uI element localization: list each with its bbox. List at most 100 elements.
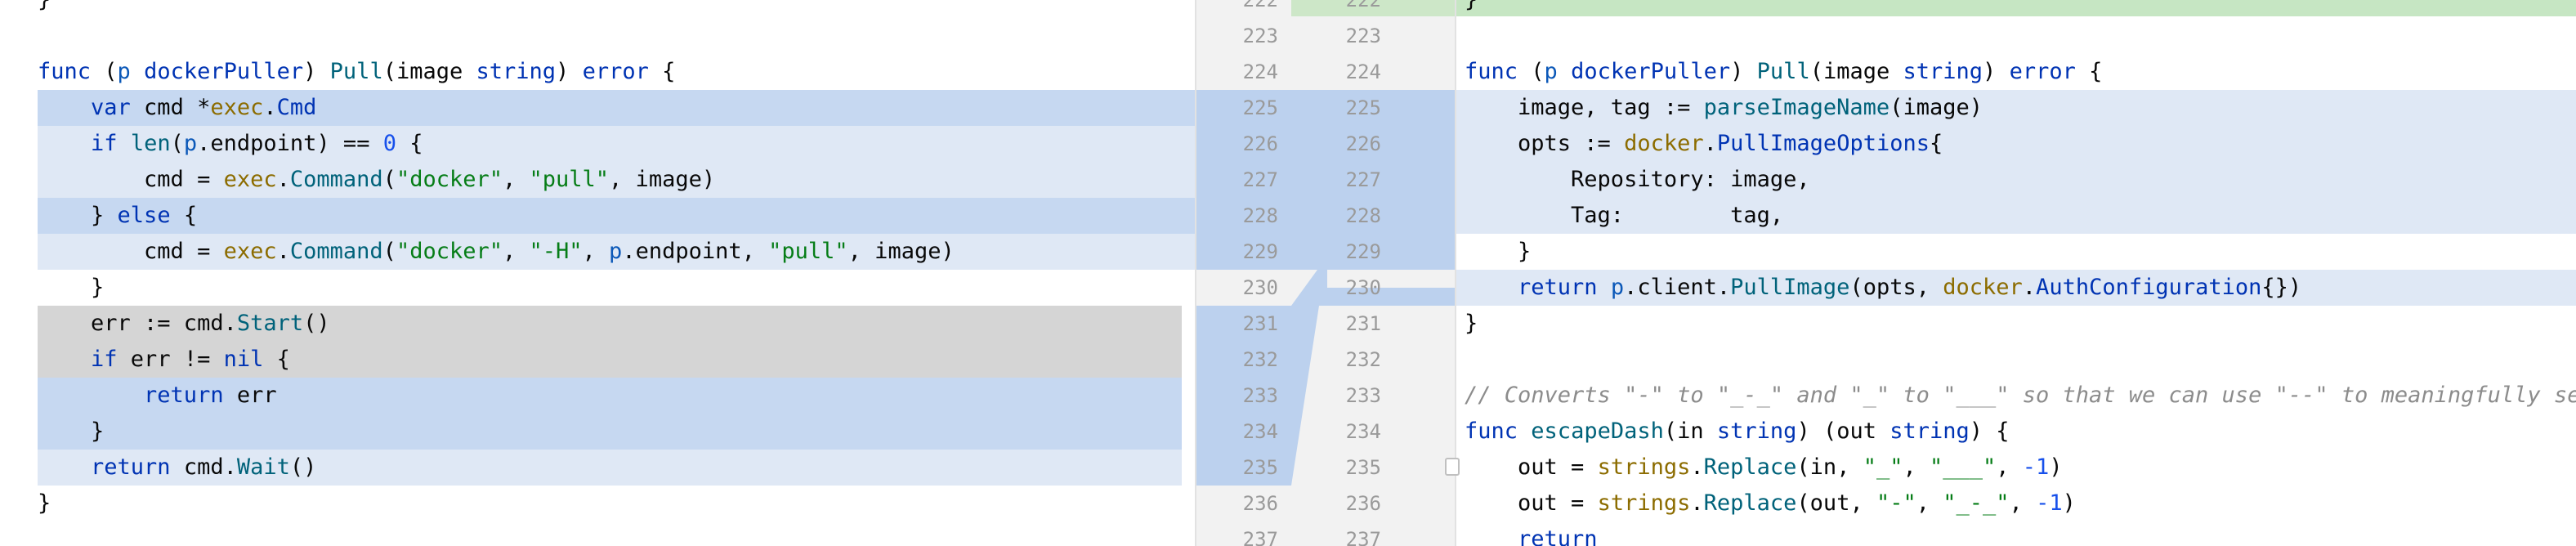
code-token: . bbox=[1690, 454, 1704, 480]
code-token: . bbox=[2022, 275, 2037, 300]
code-token: , bbox=[2009, 490, 2037, 516]
code-token: . bbox=[276, 239, 290, 264]
code-token: (out, bbox=[1796, 490, 1876, 516]
code-line[interactable]: Tag: tag, bbox=[1456, 198, 1783, 234]
left-line-number: 230 bbox=[1242, 276, 1278, 299]
code-token: var bbox=[38, 95, 131, 120]
right-line-number: 230 bbox=[1345, 276, 1381, 299]
code-token: , bbox=[1996, 454, 2023, 480]
code-line[interactable]: } bbox=[1456, 234, 1531, 270]
code-token: if bbox=[38, 131, 118, 156]
code-token: strings bbox=[1597, 454, 1691, 480]
code-line[interactable] bbox=[1456, 342, 1465, 378]
code-token: ) bbox=[2049, 454, 2063, 480]
left-line-number: 224 bbox=[1242, 60, 1278, 83]
right-line-number: 234 bbox=[1345, 420, 1381, 443]
code-token: "___" bbox=[1930, 454, 1997, 480]
right-line-number: 237 bbox=[1345, 528, 1381, 546]
code-line[interactable]: out = strings.Replace(in, "_", "___", -1… bbox=[1456, 450, 2063, 486]
code-token: ( bbox=[382, 167, 396, 192]
code-line[interactable]: func (p dockerPuller) Pull(image string)… bbox=[1456, 54, 2102, 90]
code-token: err != bbox=[117, 347, 224, 372]
code-token: { bbox=[1929, 131, 1943, 156]
code-token: nil bbox=[223, 347, 264, 372]
code-token: . bbox=[1703, 131, 1717, 156]
code-token: .client. bbox=[1624, 275, 1731, 300]
code-line[interactable] bbox=[1456, 18, 1465, 54]
code-line[interactable] bbox=[0, 18, 38, 54]
code-token: cmd * bbox=[130, 95, 211, 120]
code-token: p bbox=[183, 131, 198, 156]
left-line-number: 222 bbox=[1242, 0, 1278, 11]
code-token: "_" bbox=[1863, 454, 1903, 480]
left-line-number: 227 bbox=[1242, 168, 1278, 191]
code-line[interactable]: out = strings.Replace(out, "-", "_-_", -… bbox=[1456, 486, 2076, 521]
code-token: Pull bbox=[329, 59, 383, 84]
code-line[interactable]: } bbox=[0, 270, 104, 306]
changed-line-band bbox=[38, 198, 1195, 234]
right-line-number: 231 bbox=[1345, 312, 1381, 335]
code-token: string bbox=[1903, 59, 1983, 84]
code-token: (image bbox=[382, 59, 476, 84]
code-token: string bbox=[1890, 418, 1970, 444]
left-line-number: 228 bbox=[1242, 204, 1278, 227]
code-line[interactable]: if len(p.endpoint) == 0 { bbox=[0, 126, 423, 162]
code-line[interactable]: cmd = exec.Command("docker", "-H", p.end… bbox=[0, 234, 955, 270]
code-token: err := cmd. bbox=[38, 311, 237, 336]
diff-gutter: 222 223 224 225 226 227 228 229 230 231 232 233 234 2… bbox=[1195, 0, 1456, 546]
code-line[interactable]: Repository: image, bbox=[1456, 162, 1810, 198]
code-line[interactable]: err := cmd.Start() bbox=[0, 306, 330, 342]
code-line[interactable]: return bbox=[1456, 521, 1598, 546]
code-token: exec bbox=[210, 95, 264, 120]
code-token: Repository: image, bbox=[1465, 167, 1810, 192]
left-editor-pane[interactable]: }func (p dockerPuller) Pull(image string… bbox=[0, 0, 1195, 546]
code-token: if bbox=[38, 347, 118, 372]
code-token: (image bbox=[1809, 59, 1903, 84]
code-line[interactable]: return err bbox=[0, 378, 277, 414]
code-token: Cmd bbox=[276, 95, 317, 120]
right-line-number: 228 bbox=[1345, 204, 1381, 227]
code-token: string bbox=[476, 59, 557, 84]
code-line[interactable]: } bbox=[0, 414, 104, 450]
code-line[interactable]: func escapeDash(in string) (out string) … bbox=[1456, 414, 2010, 450]
code-line[interactable]: func (p dockerPuller) Pull(image string)… bbox=[0, 54, 675, 90]
code-token: { bbox=[648, 59, 676, 84]
code-line[interactable]: return p.client.PullImage(opts, docker.A… bbox=[1456, 270, 2301, 306]
code-token: exec bbox=[223, 167, 277, 192]
code-token: } bbox=[38, 275, 105, 300]
code-token: () bbox=[303, 311, 330, 336]
fold-marker-icon[interactable] bbox=[1445, 458, 1460, 476]
code-token: , image) bbox=[609, 167, 716, 192]
code-token: ( bbox=[382, 239, 396, 264]
code-line[interactable]: } else { bbox=[0, 198, 197, 234]
code-token: ) { bbox=[1969, 418, 2010, 444]
code-line[interactable]: image, tag := parseImageName(image) bbox=[1456, 90, 1983, 126]
code-line[interactable]: } bbox=[1456, 0, 1478, 18]
code-token: } bbox=[38, 418, 105, 444]
code-line[interactable]: // Converts "-" to "_-_" and "_" to "___… bbox=[1456, 378, 2576, 414]
right-editor-pane[interactable]: } func (p dockerPuller) Pull(image string… bbox=[1456, 0, 2576, 546]
code-line[interactable]: opts := docker.PullImageOptions{ bbox=[1456, 126, 1943, 162]
code-token: PullImage bbox=[1730, 275, 1850, 300]
code-token: , bbox=[502, 239, 530, 264]
code-line[interactable]: var cmd *exec.Cmd bbox=[0, 90, 316, 126]
code-token: err bbox=[223, 383, 277, 408]
code-token: Wait bbox=[236, 454, 290, 480]
code-line[interactable]: cmd = exec.Command("docker", "pull", ima… bbox=[0, 162, 715, 198]
code-line[interactable]: } bbox=[0, 0, 51, 18]
code-line[interactable]: } bbox=[0, 486, 51, 521]
code-token: . bbox=[1690, 490, 1704, 516]
code-token: // Converts "-" to "_-_" and "_" to "___… bbox=[1465, 383, 2576, 408]
code-line[interactable]: } bbox=[1456, 306, 1478, 342]
code-token: return bbox=[1465, 526, 1598, 546]
code-line[interactable]: return cmd.Wait() bbox=[0, 450, 316, 486]
code-line[interactable]: if err != nil { bbox=[0, 342, 290, 378]
code-token: } bbox=[38, 203, 118, 228]
code-token: cmd = bbox=[38, 167, 224, 192]
code-token: ( bbox=[91, 59, 118, 84]
code-token: -1 bbox=[2022, 454, 2050, 480]
left-line-number: 236 bbox=[1242, 492, 1278, 515]
